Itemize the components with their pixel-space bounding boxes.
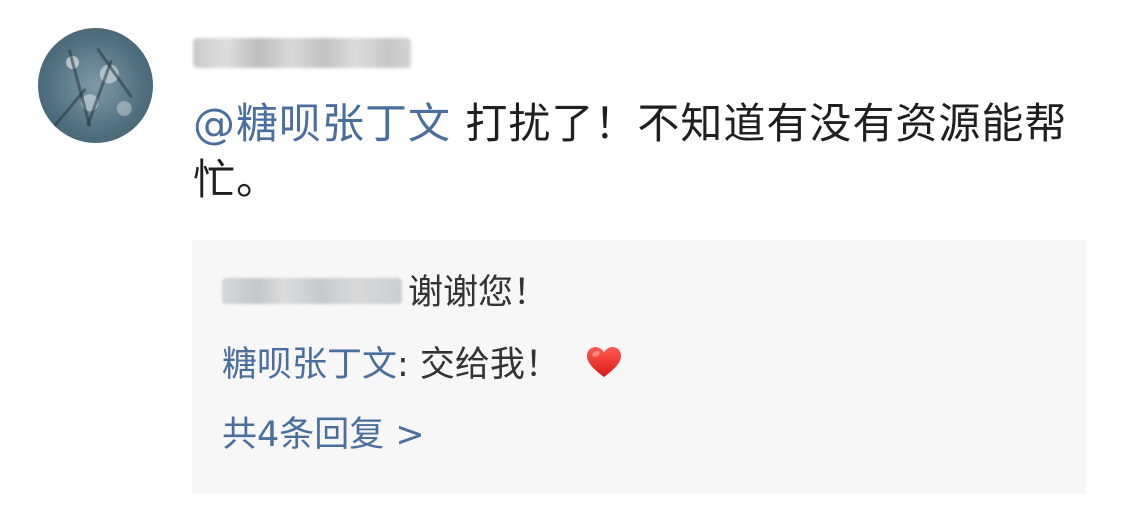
reply-author[interactable]: 糖呗张丁文 xyxy=(222,345,397,385)
comment-item: @糖呗张丁文 打扰了！不知道有没有资源能帮忙。 谢谢您！ 糖呗张丁文: 交给我！ xyxy=(0,0,1125,505)
reply-text: : 交给我！ xyxy=(397,345,560,385)
reply-item[interactable]: 谢谢您！ xyxy=(222,270,548,316)
replies-preview[interactable]: 谢谢您！ 糖呗张丁文: 交给我！ 共4条回复 > xyxy=(192,240,1086,494)
view-all-replies-link[interactable]: 共4条回复 > xyxy=(222,412,425,458)
username-blurred[interactable] xyxy=(193,38,411,68)
more-replies-label[interactable]: 共4条回复 > xyxy=(222,415,425,455)
heart-icon xyxy=(586,346,622,378)
avatar[interactable] xyxy=(38,28,153,143)
comment-text: @糖呗张丁文 打扰了！不知道有没有资源能帮忙。 xyxy=(193,96,1088,208)
reply-item[interactable]: 糖呗张丁文: 交给我！ xyxy=(222,342,622,388)
reply-text: 谢谢您！ xyxy=(408,273,549,313)
reply-author-blurred[interactable] xyxy=(222,278,402,304)
mention-link[interactable]: @糖呗张丁文 xyxy=(193,99,451,148)
